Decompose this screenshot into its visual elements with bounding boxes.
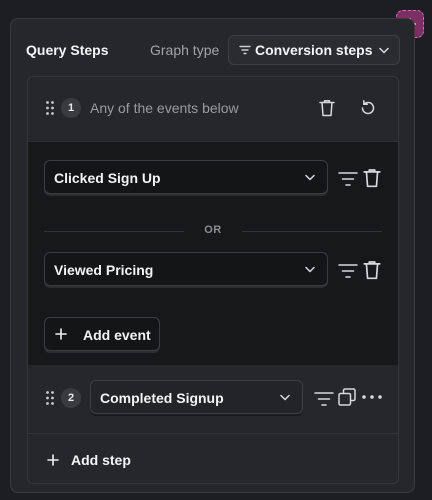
steps-list: 1 Any of the events below Clicked Sign U…: [27, 76, 399, 484]
query-steps-panel: Query Steps Graph type Conversion steps …: [10, 18, 415, 493]
plus-icon: [55, 328, 67, 340]
drag-handle-icon[interactable]: [46, 391, 54, 405]
panel-header: Query Steps Graph type Conversion steps: [11, 35, 414, 65]
reset-icon[interactable]: [359, 99, 377, 117]
event-name: Viewed Pricing: [54, 262, 154, 278]
event-name: Clicked Sign Up: [54, 170, 161, 186]
drag-handle-icon[interactable]: [46, 101, 54, 115]
event-select-1[interactable]: Clicked Sign Up: [44, 160, 328, 194]
step-1-header: 1 Any of the events below: [28, 77, 398, 141]
filter-icon[interactable]: [338, 171, 358, 187]
add-event-button[interactable]: Add event: [44, 317, 160, 351]
filter-icon[interactable]: [338, 263, 358, 279]
add-event-label: Add event: [83, 327, 151, 343]
event-name: Completed Signup: [100, 390, 224, 406]
graph-type-label: Graph type: [150, 42, 220, 58]
trash-icon[interactable]: [363, 260, 381, 280]
event-select-2[interactable]: Viewed Pricing: [44, 252, 328, 286]
or-separator: OR: [44, 224, 382, 238]
duplicate-icon[interactable]: [338, 388, 356, 406]
chevron-down-icon: [280, 394, 290, 401]
step-2-event-select[interactable]: Completed Signup: [90, 380, 303, 414]
more-icon[interactable]: [362, 395, 382, 399]
graph-type-value: Conversion steps: [255, 42, 373, 58]
or-label: OR: [204, 224, 222, 236]
chevron-down-icon: [379, 47, 389, 54]
chevron-down-icon: [305, 266, 315, 273]
step-1-events: Clicked Sign Up OR Viewed Pricing Add ev…: [28, 141, 398, 366]
panel-title: Query Steps: [26, 42, 109, 58]
add-step-label: Add step: [71, 452, 131, 468]
divider: [242, 231, 382, 232]
plus-icon: [47, 454, 59, 466]
filter-icon[interactable]: [314, 391, 334, 407]
filter-icon: [239, 45, 251, 55]
graph-type-select[interactable]: Conversion steps: [228, 35, 400, 65]
trash-icon[interactable]: [363, 168, 381, 188]
chevron-down-icon: [305, 174, 315, 181]
step-1-label: Any of the events below: [90, 100, 239, 116]
add-step-button[interactable]: Add step: [28, 433, 398, 483]
step-number: 1: [61, 98, 81, 118]
step-number: 2: [61, 388, 81, 408]
trash-icon[interactable]: [319, 99, 335, 117]
step-2-row: 2 Completed Signup: [28, 365, 398, 433]
